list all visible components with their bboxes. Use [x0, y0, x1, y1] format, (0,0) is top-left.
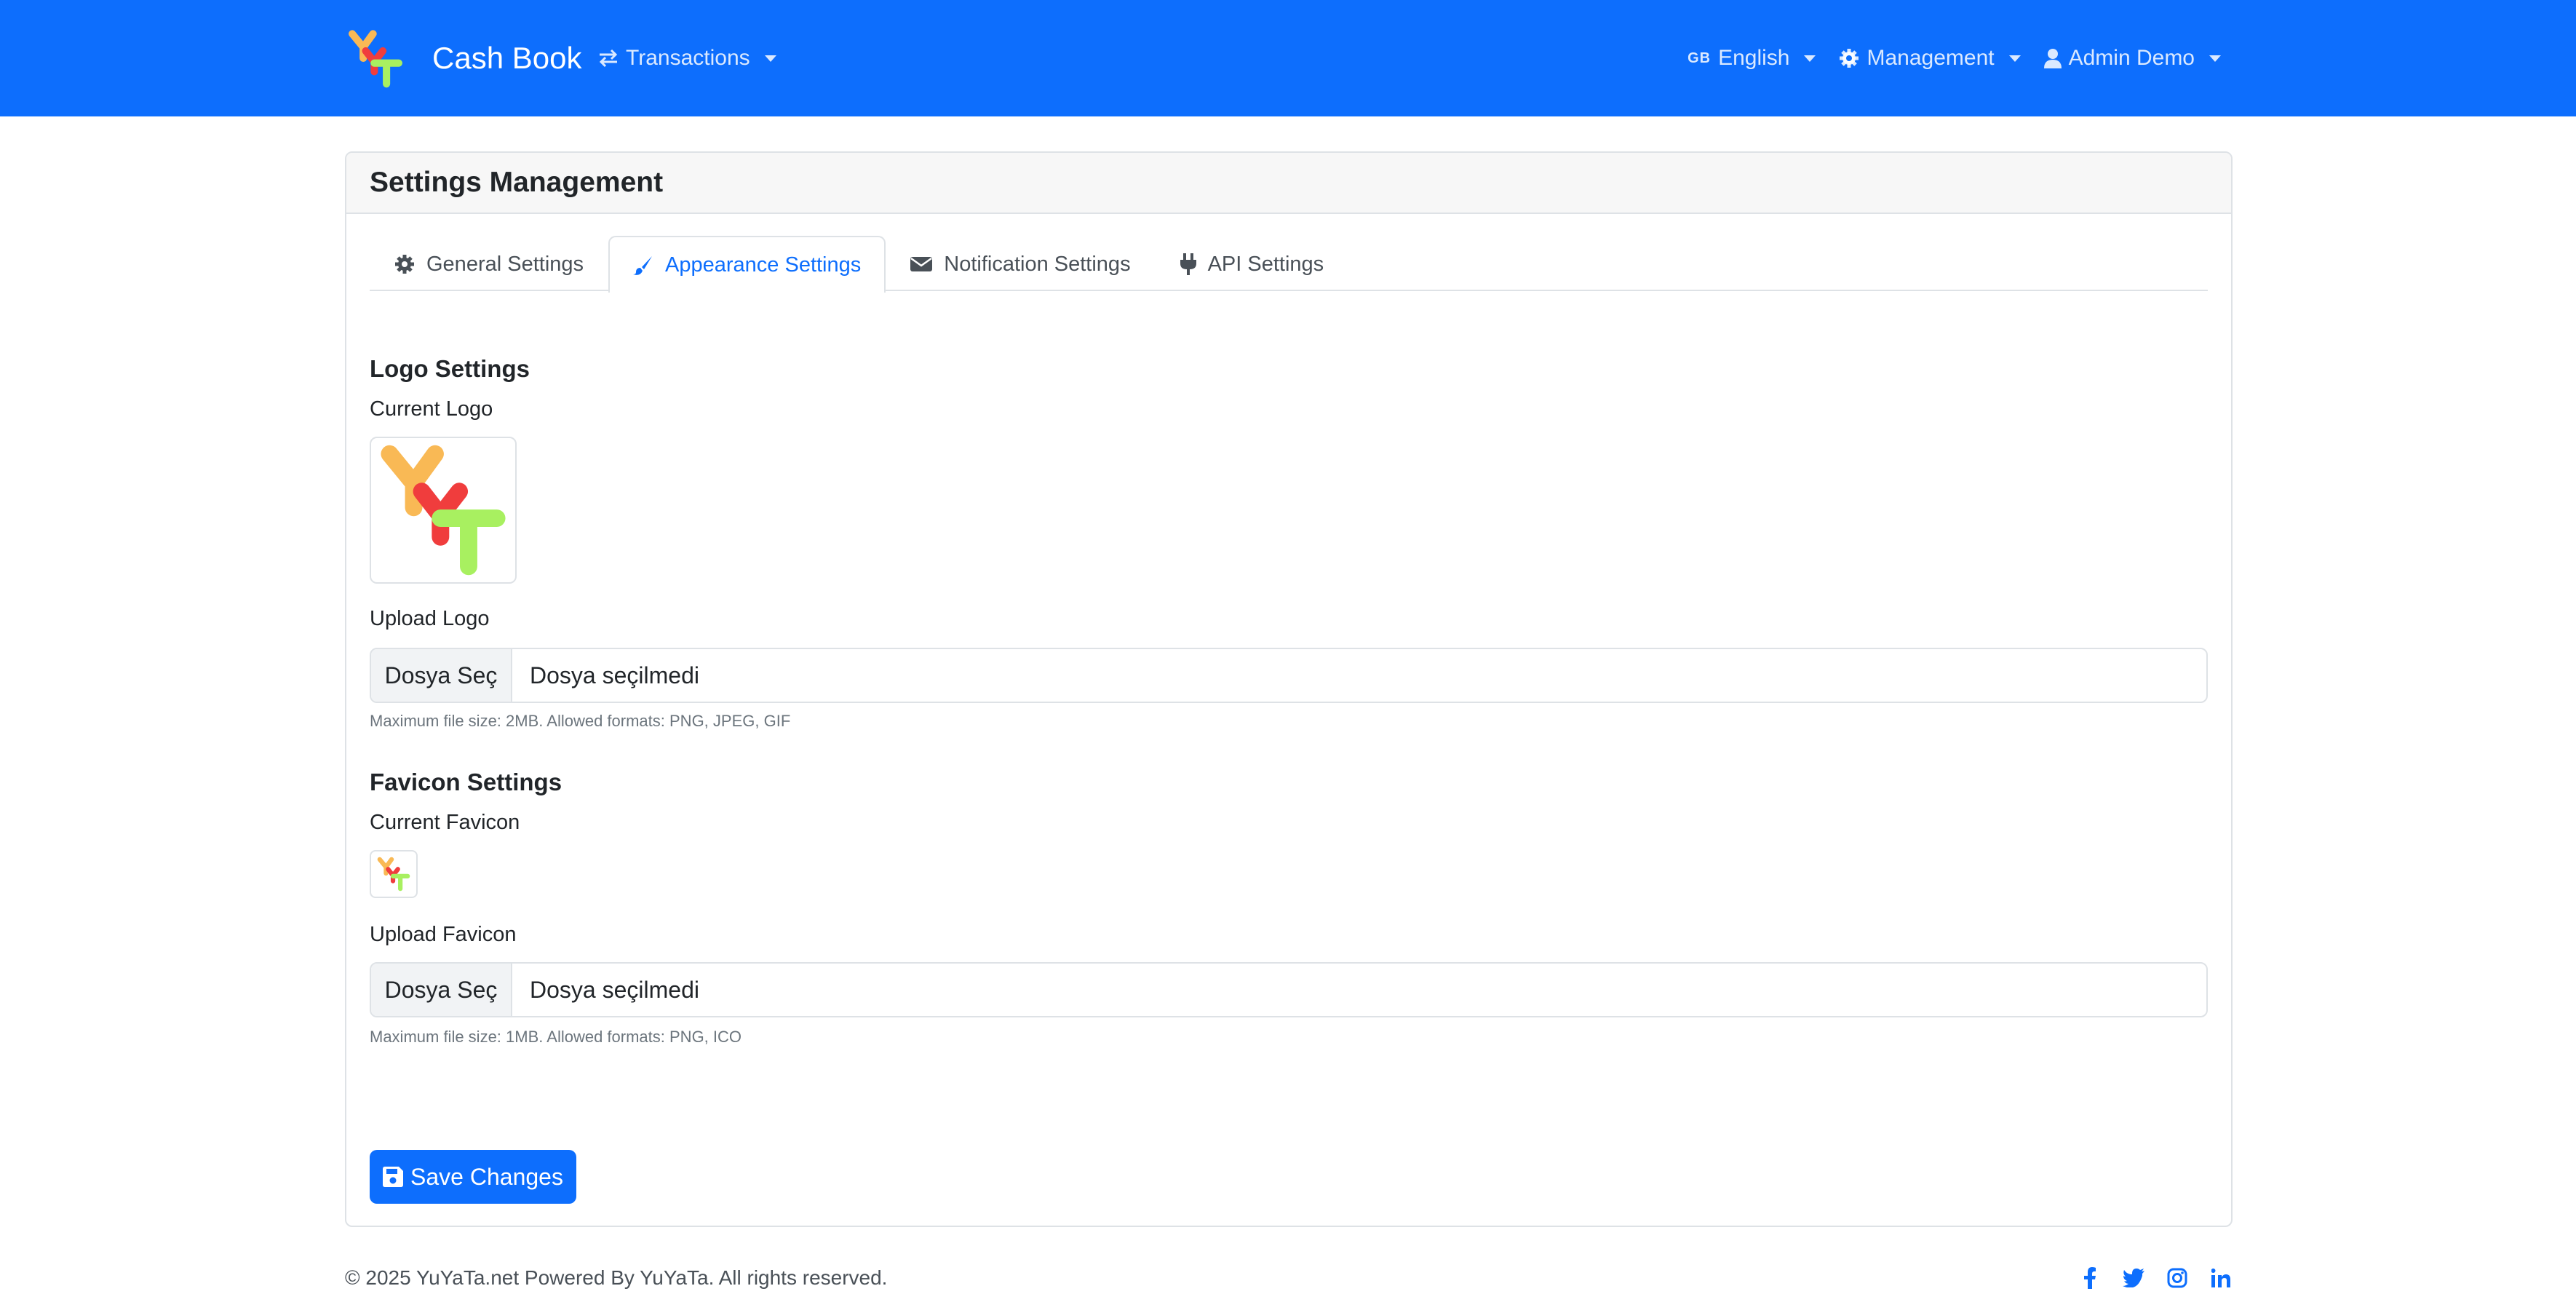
floppy-disk-icon [383, 1167, 404, 1187]
current-logo-preview [370, 437, 517, 584]
upload-logo-label: Upload Logo [370, 607, 490, 630]
current-favicon-preview [370, 850, 418, 898]
save-changes-button[interactable]: Save Changes [370, 1150, 576, 1204]
chevron-down-icon [2008, 55, 2021, 62]
choose-favicon-file-button[interactable]: Dosya Seç [371, 964, 512, 1016]
management-label: Management [1867, 46, 1995, 70]
tab-label: API Settings [1207, 252, 1324, 276]
logo-help-text: Maximum file size: 2MB. Allowed formats:… [370, 712, 791, 730]
gear-icon [395, 255, 414, 274]
tab-label: Appearance Settings [665, 253, 862, 277]
tab-general-settings[interactable]: General Settings [370, 236, 608, 291]
logo-file-status: Dosya seçilmedi [530, 662, 699, 688]
language-dropdown[interactable]: GB English [1687, 46, 1816, 71]
transactions-label: Transactions [626, 46, 750, 70]
choose-logo-file-button[interactable]: Dosya Seç [371, 649, 512, 702]
facebook-icon[interactable] [2078, 1266, 2102, 1290]
plug-icon [1180, 253, 1196, 275]
footer-copyright: © 2025 YuYaTa.net Powered By YuYaTa. All… [345, 1266, 888, 1289]
management-dropdown[interactable]: Management [1839, 46, 2021, 71]
user-label: Admin Demo [2068, 46, 2195, 70]
logo-file-input[interactable]: Dosya Seç Dosya seçilmedi [370, 648, 2208, 703]
current-logo-label: Current Logo [370, 397, 493, 421]
upload-favicon-label: Upload Favicon [370, 923, 517, 946]
current-favicon-label: Current Favicon [370, 811, 520, 834]
gear-icon [1840, 49, 1859, 68]
brand-name: Cash Book [432, 41, 582, 75]
transactions-dropdown[interactable]: Transactions [598, 46, 776, 71]
brush-icon [633, 256, 653, 275]
tab-label: General Settings [426, 252, 584, 276]
social-links [2078, 1266, 2233, 1290]
tab-appearance-settings[interactable]: Appearance Settings [608, 236, 886, 293]
envelope-icon [910, 257, 933, 271]
favicon-settings-heading: Favicon Settings [370, 769, 562, 795]
favicon-image [377, 857, 410, 892]
settings-tabs: General Settings Appearance Settings Not… [370, 236, 2208, 293]
favicon-help-text: Maximum file size: 1MB. Allowed formats:… [370, 1028, 742, 1046]
save-changes-label: Save Changes [410, 1163, 563, 1190]
brand-link[interactable]: Cash Book [345, 26, 581, 90]
user-dropdown[interactable]: Admin Demo [2043, 46, 2221, 71]
twitter-icon[interactable] [2122, 1266, 2145, 1290]
favicon-file-input[interactable]: Dosya Seç Dosya seçilmedi [370, 962, 2208, 1017]
chevron-down-icon [764, 55, 776, 62]
settings-card: Settings Management General Settings App… [345, 151, 2233, 1227]
logo-settings-heading: Logo Settings [370, 355, 530, 382]
brand-logo [349, 30, 402, 88]
flag-icon: GB [1687, 49, 1712, 66]
exchange-icon [599, 49, 618, 68]
card-header: Settings Management [346, 153, 2231, 214]
logo-image [381, 445, 506, 576]
user-icon [2043, 49, 2062, 68]
instagram-icon[interactable] [2166, 1266, 2189, 1290]
chevron-down-icon [2209, 55, 2221, 62]
tab-notification-settings[interactable]: Notification Settings [886, 236, 1155, 291]
favicon-file-status: Dosya seçilmedi [530, 976, 699, 1003]
language-label: English [1718, 46, 1790, 70]
top-navbar: Cash Book Transactions GB English Manage… [0, 0, 2576, 116]
tab-api-settings[interactable]: API Settings [1156, 236, 1349, 291]
tab-label: Notification Settings [944, 252, 1131, 276]
linkedin-icon[interactable] [2209, 1266, 2233, 1290]
chevron-down-icon [1804, 55, 1816, 62]
page-title: Settings Management [370, 167, 664, 198]
